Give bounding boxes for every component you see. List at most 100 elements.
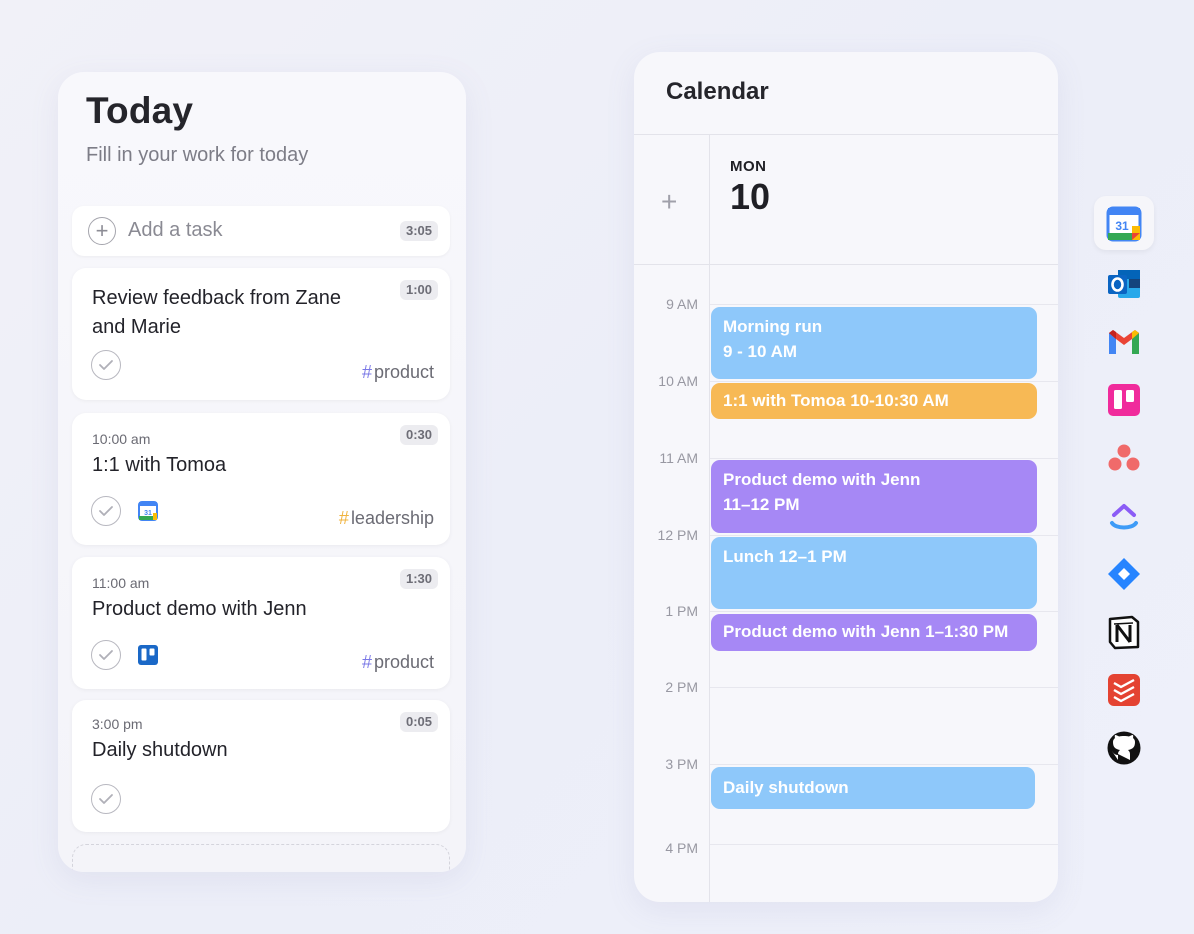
hour-line bbox=[710, 381, 1058, 382]
page-subtitle: Fill in your work for today bbox=[86, 144, 309, 166]
hour-line bbox=[710, 535, 1058, 536]
add-task-button[interactable]: + Add a task 3:05 bbox=[72, 206, 450, 256]
check-icon bbox=[99, 650, 113, 660]
github-integration[interactable] bbox=[1094, 720, 1154, 774]
task-start-time: 11:00 am bbox=[92, 575, 150, 591]
trello-integration[interactable] bbox=[1094, 372, 1154, 426]
hour-label: 11 AM bbox=[659, 450, 698, 466]
task-card[interactable]: 3:00 pm Daily shutdown 0:05 bbox=[72, 700, 450, 832]
day-number: 10 bbox=[730, 176, 771, 217]
check-icon bbox=[99, 360, 113, 370]
task-tag[interactable]: # product bbox=[362, 652, 434, 673]
event-time: 9 - 10 AM bbox=[723, 342, 798, 361]
hour-label: 9 AM bbox=[666, 296, 698, 312]
task-title-line: and Marie bbox=[92, 316, 181, 338]
task-card[interactable]: 11:00 am Product demo with Jenn 1:30 # pr… bbox=[72, 557, 450, 689]
clickup-icon bbox=[1110, 504, 1138, 530]
task-start-time: 3:00 pm bbox=[92, 716, 143, 732]
hour-label: 1 PM bbox=[665, 603, 698, 619]
task-card[interactable]: Review feedback from Zane and Marie 1:00… bbox=[72, 268, 450, 400]
hash-icon: # bbox=[361, 362, 372, 382]
hash-icon: # bbox=[361, 652, 372, 672]
todoist-integration[interactable] bbox=[1094, 662, 1154, 716]
event-title: Product demo with Jenn bbox=[723, 470, 921, 489]
total-time-badge: 3:05 bbox=[399, 221, 438, 241]
calendar-event[interactable]: Morning run 9 - 10 AM bbox=[711, 307, 1037, 379]
event-title: Daily shutdown bbox=[723, 778, 849, 797]
duration-badge: 0:05 bbox=[399, 712, 438, 732]
github-icon bbox=[1107, 731, 1141, 765]
calendar-day-number: 31 bbox=[1115, 219, 1129, 233]
duration-badge: 0:30 bbox=[399, 425, 438, 445]
task-card[interactable]: 10:00 am 1:1 with Tomoa 0:30 31 # leaders… bbox=[72, 413, 450, 545]
outlook-integration[interactable] bbox=[1094, 256, 1154, 310]
allday-divider bbox=[634, 264, 1058, 265]
duration-badge: 1:30 bbox=[399, 569, 438, 589]
trello-icon bbox=[138, 645, 158, 665]
time-column-divider bbox=[709, 134, 710, 902]
event-time: 11–12 PM bbox=[723, 495, 800, 514]
asana-integration[interactable] bbox=[1094, 430, 1154, 484]
google-calendar-integration[interactable]: 31 bbox=[1094, 196, 1154, 250]
task-start-time: 10:00 am bbox=[92, 431, 151, 447]
calendar-event[interactable]: Lunch 12–1 PM bbox=[711, 537, 1037, 609]
outlook-icon bbox=[1108, 270, 1140, 298]
empty-task-slot[interactable] bbox=[72, 844, 450, 872]
hour-line bbox=[710, 844, 1058, 845]
event-title: Product demo with Jenn 1–1:30 PM bbox=[723, 622, 1009, 641]
check-icon bbox=[99, 506, 113, 516]
notion-integration[interactable] bbox=[1094, 604, 1154, 658]
gmail-integration[interactable] bbox=[1094, 314, 1154, 368]
google-calendar-icon: 31 bbox=[1106, 206, 1142, 242]
task-title: Product demo with Jenn bbox=[92, 598, 307, 620]
add-task-label: Add a task bbox=[128, 219, 223, 241]
tag-label: leadership bbox=[350, 508, 434, 528]
today-panel: Today Fill in your work for today + Add … bbox=[58, 72, 466, 872]
calendar-title: Calendar bbox=[666, 78, 769, 105]
gmail-icon bbox=[1109, 330, 1139, 354]
calendar-event[interactable]: Product demo with Jenn 1–1:30 PM bbox=[711, 614, 1037, 651]
tag-label: product bbox=[373, 652, 434, 672]
complete-checkbox[interactable] bbox=[91, 640, 121, 670]
clickup-integration[interactable] bbox=[1094, 488, 1154, 542]
tag-label: product bbox=[373, 362, 434, 382]
hour-line bbox=[710, 458, 1058, 459]
calendar-day-number: 31 bbox=[144, 510, 152, 517]
complete-checkbox[interactable] bbox=[91, 350, 121, 380]
todoist-icon bbox=[1108, 674, 1140, 706]
hour-label: 10 AM bbox=[658, 373, 698, 389]
add-event-button[interactable]: + bbox=[661, 186, 677, 218]
calendar-event[interactable]: Daily shutdown bbox=[711, 767, 1035, 809]
jira-integration[interactable] bbox=[1094, 546, 1154, 600]
hour-label: 2 PM bbox=[665, 679, 698, 695]
task-title: Review feedback from Zane and Marie bbox=[92, 284, 341, 342]
task-title: 1:1 with Tomoa bbox=[92, 454, 227, 476]
event-title: Lunch 12–1 PM bbox=[723, 547, 847, 566]
hash-icon: # bbox=[338, 508, 349, 528]
calendar-event[interactable]: 1:1 with Tomoa 10-10:30 AM bbox=[711, 383, 1037, 419]
trello-icon bbox=[1108, 384, 1140, 416]
complete-checkbox[interactable] bbox=[91, 496, 121, 526]
event-title: Morning run bbox=[723, 317, 823, 336]
check-icon bbox=[99, 794, 113, 804]
hour-label: 12 PM bbox=[657, 527, 698, 543]
calendar-panel: Calendar + MON 10 9 AM 10 AM 11 AM 12 PM… bbox=[634, 52, 1058, 902]
task-tag[interactable]: # product bbox=[362, 362, 434, 383]
day-name: MON bbox=[730, 158, 767, 175]
page-title: Today bbox=[86, 90, 194, 131]
notion-icon bbox=[1108, 615, 1140, 650]
hour-line bbox=[710, 764, 1058, 765]
task-tag[interactable]: # leadership bbox=[339, 508, 434, 529]
hour-line bbox=[710, 304, 1058, 305]
asana-icon bbox=[1108, 444, 1140, 471]
duration-badge: 1:00 bbox=[399, 280, 438, 300]
hour-line bbox=[710, 687, 1058, 688]
calendar-event[interactable]: Product demo with Jenn 11–12 PM bbox=[711, 460, 1037, 533]
event-title: 1:1 with Tomoa 10-10:30 AM bbox=[723, 391, 949, 410]
header-divider bbox=[634, 134, 1058, 135]
complete-checkbox[interactable] bbox=[91, 784, 121, 814]
hour-line bbox=[710, 611, 1058, 612]
hour-label: 4 PM bbox=[665, 840, 698, 856]
hour-label: 3 PM bbox=[665, 756, 698, 772]
google-calendar-icon: 31 bbox=[138, 501, 158, 521]
